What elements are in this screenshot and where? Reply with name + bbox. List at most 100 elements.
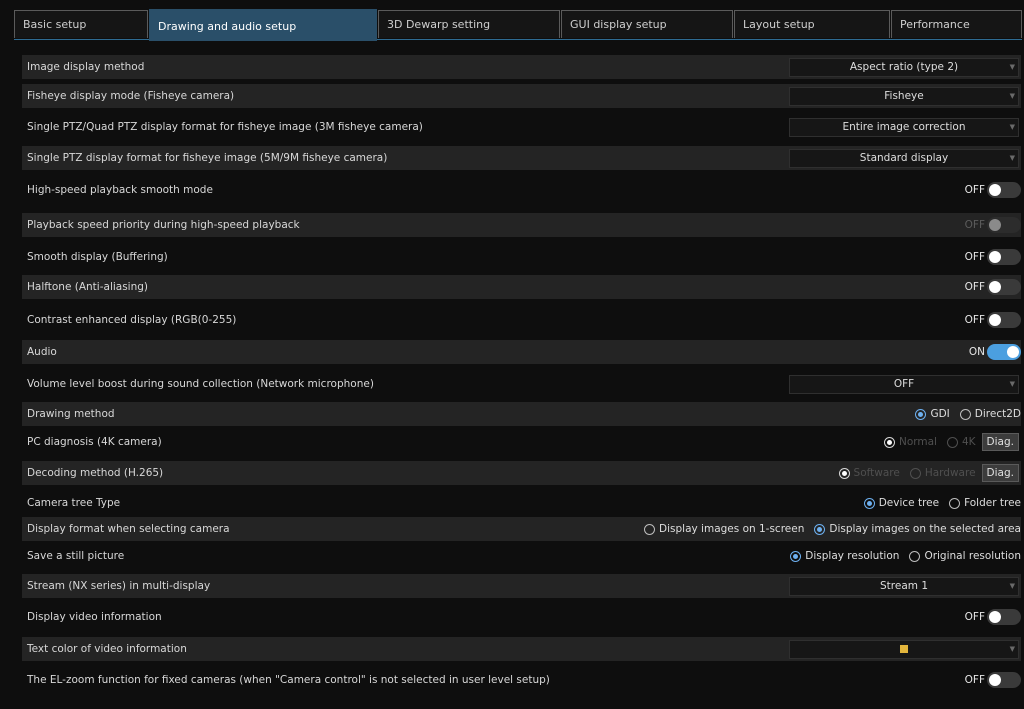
tab-drawing-and-audio-setup[interactable]: Drawing and audio setup xyxy=(149,9,377,41)
fisheye-display-mode-select[interactable]: Fisheye ▼ xyxy=(789,87,1019,106)
radio-dot xyxy=(915,408,927,420)
setting-label: The EL-zoom function for fixed cameras (… xyxy=(27,674,550,686)
toggle-state-label: OFF xyxy=(964,611,985,623)
toggle-knob xyxy=(989,674,1001,686)
radio-label: Display resolution xyxy=(805,550,900,562)
radio-dot xyxy=(959,408,971,420)
radio-dot xyxy=(949,497,961,509)
setting-row-high-speed-smooth: High-speed playback smooth mode OFF xyxy=(22,178,1021,202)
toggle-state-label: OFF xyxy=(964,251,985,263)
stream-nx-select[interactable]: Stream 1 ▼ xyxy=(789,577,1019,596)
tab-3d-dewarp-setting[interactable]: 3D Dewarp setting xyxy=(378,10,560,38)
image-display-method-select[interactable]: Aspect ratio (type 2) ▼ xyxy=(789,58,1019,77)
pc-diagnosis-diag-button[interactable]: Diag. xyxy=(981,433,1019,451)
smooth-display-toggle[interactable]: OFF xyxy=(955,248,1021,266)
radio-gdi[interactable]: GDI xyxy=(915,408,950,420)
select-value: Entire image correction xyxy=(842,121,966,133)
pc-diagnosis-radio-group: Normal 4K Diag. xyxy=(874,430,1021,454)
radio-display-resolution[interactable]: Display resolution xyxy=(790,550,899,562)
toggle-state-label: OFF xyxy=(964,674,985,686)
select-value: OFF xyxy=(893,378,915,390)
radio-label: Folder tree xyxy=(964,497,1021,509)
setting-label: Decoding method (H.265) xyxy=(27,467,164,479)
toggle-state-label: OFF xyxy=(964,314,985,326)
audio-toggle[interactable]: ON xyxy=(955,343,1021,361)
radio-software[interactable]: Software xyxy=(838,467,900,479)
radio-label: Original resolution xyxy=(924,550,1021,562)
display-video-info-toggle[interactable]: OFF xyxy=(955,608,1021,626)
radio-normal[interactable]: Normal xyxy=(883,436,937,448)
setting-row-text-color-video-info: Text color of video information ▼ xyxy=(22,637,1021,661)
setting-label: Smooth display (Buffering) xyxy=(27,251,168,263)
single-quad-ptz-3m-select[interactable]: Entire image correction ▼ xyxy=(789,118,1019,137)
contrast-enhanced-toggle[interactable]: OFF xyxy=(955,311,1021,329)
tab-basic-setup[interactable]: Basic setup xyxy=(14,10,148,38)
setting-row-display-video-info: Display video information OFF xyxy=(22,605,1021,629)
toggle-track xyxy=(987,182,1021,198)
radio-selected-area[interactable]: Display images on the selected area xyxy=(814,523,1021,535)
setting-row-smooth-display: Smooth display (Buffering) OFF xyxy=(22,245,1021,269)
setting-label: Contrast enhanced display (RGB(0-255) xyxy=(27,314,237,326)
toggle-track xyxy=(987,312,1021,328)
tab-gui-display-setup[interactable]: GUI display setup xyxy=(561,10,733,38)
tab-layout-setup[interactable]: Layout setup xyxy=(734,10,890,38)
setting-label: Camera tree Type xyxy=(27,497,121,509)
high-speed-smooth-toggle[interactable]: OFF xyxy=(955,181,1021,199)
radio-hardware[interactable]: Hardware xyxy=(909,467,976,479)
toggle-track xyxy=(987,609,1021,625)
radio-device-tree[interactable]: Device tree xyxy=(863,497,940,509)
radio-dot xyxy=(946,436,958,448)
tab-bar: Basic setup Drawing and audio setup 3D D… xyxy=(14,8,1022,41)
chevron-down-icon: ▼ xyxy=(1009,380,1015,388)
text-color-select[interactable]: ▼ xyxy=(789,640,1019,659)
setting-label: Single PTZ display format for fisheye im… xyxy=(27,152,388,164)
setting-label: Text color of video information xyxy=(27,643,187,655)
radio-1-screen[interactable]: Display images on 1-screen xyxy=(644,523,804,535)
chevron-down-icon: ▼ xyxy=(1009,123,1015,131)
toggle-track xyxy=(987,344,1021,360)
chevron-down-icon: ▼ xyxy=(1009,154,1015,162)
setting-label: PC diagnosis (4K camera) xyxy=(27,436,162,448)
radio-original-resolution[interactable]: Original resolution xyxy=(909,550,1021,562)
playback-speed-priority-toggle: OFF xyxy=(955,216,1021,234)
radio-label: GDI xyxy=(930,408,950,420)
setting-row-contrast-enhanced: Contrast enhanced display (RGB(0-255) OF… xyxy=(22,308,1021,332)
setting-label: Fisheye display mode (Fisheye camera) xyxy=(27,90,235,102)
toggle-state-label: OFF xyxy=(964,184,985,196)
color-swatch xyxy=(900,645,908,653)
setting-row-drawing-method: Drawing method GDI Direct2D xyxy=(22,402,1021,426)
camera-tree-type-radio-group: Device tree Folder tree xyxy=(854,491,1021,515)
radio-label: Display images on the selected area xyxy=(829,523,1021,535)
single-ptz-5m9m-select[interactable]: Standard display ▼ xyxy=(789,149,1019,168)
radio-label: Normal xyxy=(898,436,937,448)
radio-4k[interactable]: 4K xyxy=(946,436,976,448)
chevron-down-icon: ▼ xyxy=(1009,645,1015,653)
decoding-method-diag-button[interactable]: Diag. xyxy=(981,464,1019,482)
radio-dot xyxy=(838,467,850,479)
setting-label: Image display method xyxy=(27,61,145,73)
toggle-track xyxy=(987,279,1021,295)
setting-label: Audio xyxy=(27,346,57,358)
toggle-state-label: OFF xyxy=(964,219,985,231)
halftone-toggle[interactable]: OFF xyxy=(955,278,1021,296)
save-still-picture-radio-group: Display resolution Original resolution xyxy=(780,544,1021,568)
radio-direct2d[interactable]: Direct2D xyxy=(959,408,1021,420)
setting-label: Volume level boost during sound collecti… xyxy=(27,378,374,390)
tab-performance[interactable]: Performance xyxy=(891,10,1022,38)
radio-folder-tree[interactable]: Folder tree xyxy=(949,497,1021,509)
setting-row-fisheye-display-mode: Fisheye display mode (Fisheye camera) Fi… xyxy=(22,84,1021,108)
radio-dot xyxy=(863,497,875,509)
toggle-state-label: ON xyxy=(968,346,985,358)
radio-label: Device tree xyxy=(878,497,940,509)
setting-row-stream-nx: Stream (NX series) in multi-display Stre… xyxy=(22,574,1021,598)
setting-label: Single PTZ/Quad PTZ display format for f… xyxy=(27,121,423,133)
volume-boost-select[interactable]: OFF ▼ xyxy=(789,375,1019,394)
radio-dot xyxy=(644,523,656,535)
chevron-down-icon: ▼ xyxy=(1009,92,1015,100)
decoding-method-radio-group: Software Hardware Diag. xyxy=(829,461,1021,485)
el-zoom-toggle[interactable]: OFF xyxy=(955,671,1021,689)
radio-dot xyxy=(814,523,826,535)
drawing-method-radio-group: GDI Direct2D xyxy=(905,402,1021,426)
setting-row-pc-diagnosis: PC diagnosis (4K camera) Normal 4K Diag. xyxy=(22,430,1021,454)
radio-dot xyxy=(883,436,895,448)
